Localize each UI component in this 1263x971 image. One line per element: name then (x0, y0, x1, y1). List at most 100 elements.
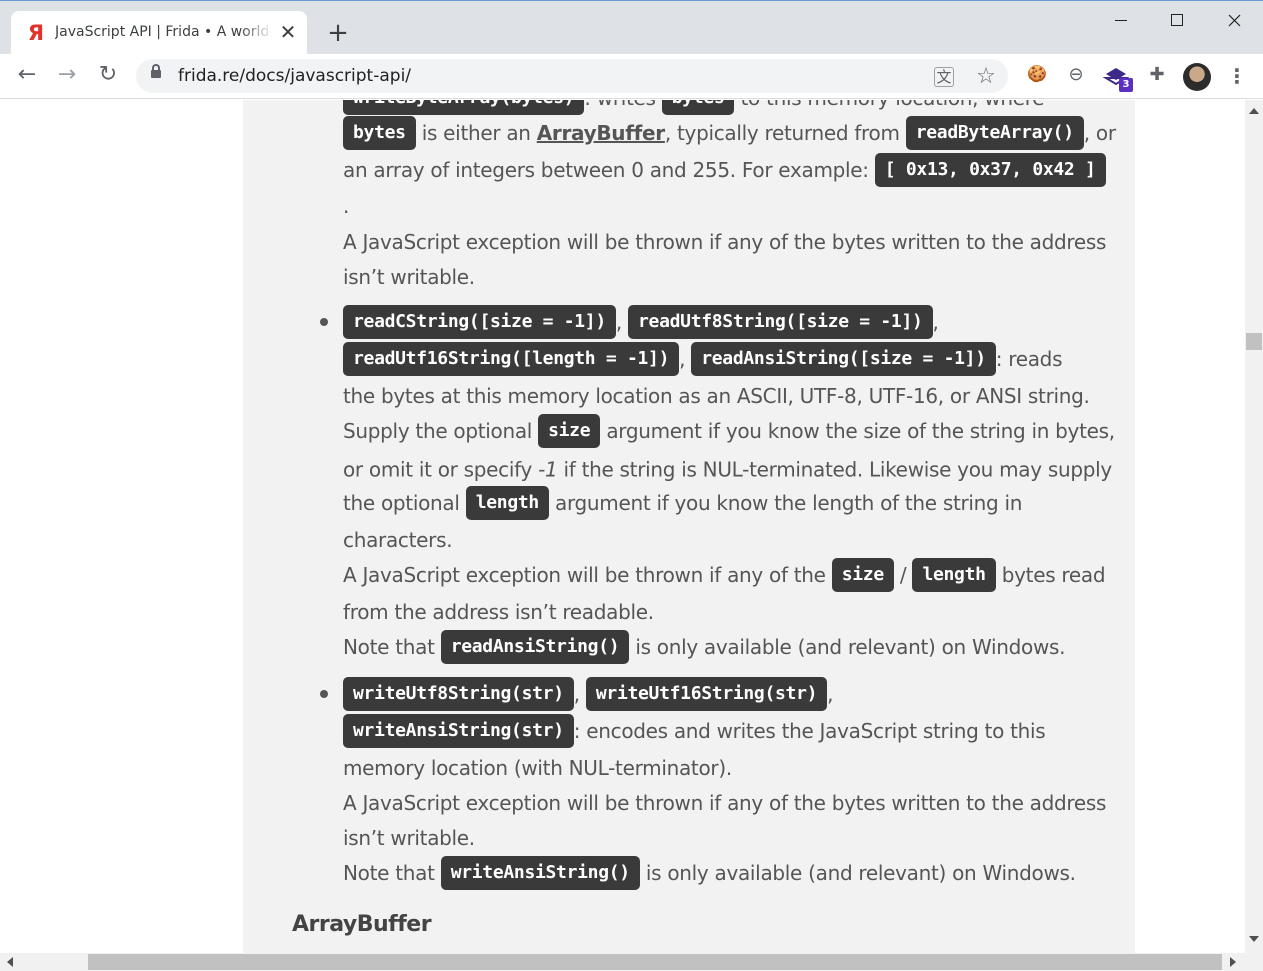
horizontal-scrollbar[interactable] (0, 953, 1263, 971)
read-strings-line-9: from the address isn’t readable. (343, 600, 654, 624)
browser-toolbar: ← → ↻ frida.re/docs/javascript-api/ 文 ☆ … (0, 54, 1263, 99)
read-strings-line-10: Note that readAnsiString() is only avail… (343, 630, 1065, 664)
arraybuffer-section-heading: ArrayBuffer (292, 912, 432, 937)
text: Supply the optional (343, 419, 539, 443)
read-strings-line-6: the optional length argument if you know… (343, 486, 1022, 520)
write-strings-line-6: Note that writeAnsiString() is only avai… (343, 856, 1076, 890)
scroll-down-arrow-icon[interactable] (1249, 936, 1259, 942)
text: : reads (995, 347, 1063, 371)
code-write-utf8-string: writeUtf8String(str) (343, 677, 574, 711)
text: , (827, 682, 834, 706)
tab-title: JavaScript API | Frida • A world-class d… (55, 24, 273, 40)
minimize-window-button[interactable] (1093, 1, 1149, 41)
write-byte-array-exception-2: isn’t writable. (343, 265, 475, 289)
address-bar[interactable]: frida.re/docs/javascript-api/ 文 ☆ (136, 59, 1008, 93)
read-strings-line-1: readCString([size = -1]), readUtf8String… (343, 305, 939, 339)
list-bullet (320, 318, 328, 326)
read-strings-line-8: A JavaScript exception will be thrown if… (343, 558, 1106, 592)
read-strings-line-4: Supply the optional size argument if you… (343, 414, 1115, 448)
scroll-up-arrow-icon[interactable] (1249, 108, 1259, 114)
code-write-ansi-string: writeAnsiString(str) (343, 714, 574, 748)
text: the optional (343, 491, 466, 515)
write-byte-array-line-partial: writeByteArray(bytes): writes bytes to t… (343, 100, 1045, 115)
bookmark-star-icon[interactable]: ☆ (974, 64, 998, 89)
vertical-scroll-thumb[interactable] (1246, 333, 1262, 350)
code-size: size (831, 558, 894, 592)
browser-menu-icon[interactable]: ⋮ (1224, 64, 1250, 90)
translate-icon[interactable]: 文 (934, 67, 954, 87)
list-bullet (320, 690, 328, 698)
code-read-utf16-string: readUtf16String([length = -1]) (343, 342, 680, 376)
text: argument if you know the size of the str… (600, 419, 1115, 443)
text: an array of integers between 0 and 255. … (343, 158, 875, 182)
code-bytes: bytes (343, 116, 416, 150)
code-read-ansi-string: readAnsiString() (440, 630, 630, 664)
arraybuffer-link[interactable]: ArrayBuffer (537, 121, 665, 145)
scroll-right-arrow-icon[interactable] (1230, 957, 1236, 967)
back-button[interactable]: ← (12, 62, 42, 92)
write-strings-line-3: memory location (with NUL-terminator). (343, 756, 732, 780)
close-tab-icon[interactable]: ✕ (277, 21, 299, 43)
extension-badge: 3 (1119, 78, 1133, 92)
read-strings-line-2: readUtf16String([length = -1]), readAnsi… (343, 342, 1063, 376)
text: Note that (343, 861, 441, 885)
text: bytes read (995, 563, 1106, 587)
scroll-left-arrow-icon[interactable] (7, 957, 13, 967)
write-byte-array-line-2: an array of integers between 0 and 255. … (343, 153, 1106, 187)
write-strings-line-1: writeUtf8String(str), writeUtf16String(s… (343, 677, 834, 711)
cookie-extension-icon[interactable]: 🍪 (1024, 64, 1050, 90)
text: -1 (538, 457, 558, 482)
code-read-utf8-string: readUtf8String([size = -1]) (628, 305, 933, 339)
new-tab-button[interactable]: + (324, 19, 352, 47)
blocker-extension-icon[interactable]: ⊖ (1063, 64, 1089, 90)
text: is only available (and relevant) on Wind… (639, 861, 1076, 885)
stack-extension-icon[interactable]: 3 (1103, 64, 1133, 92)
code-length: length (912, 558, 996, 592)
close-icon (1228, 14, 1241, 27)
maximize-window-button[interactable] (1149, 1, 1205, 41)
code-write-byte-array: writeByteArray(bytes) (343, 100, 585, 115)
active-tab[interactable]: Я JavaScript API | Frida • A world-class… (11, 11, 307, 55)
write-strings-line-2: writeAnsiString(str): encodes and writes… (343, 714, 1046, 748)
close-window-button[interactable] (1206, 1, 1262, 41)
code-read-c-string: readCString([size = -1]) (343, 305, 616, 339)
text: , typically returned from (664, 121, 906, 145)
code-write-ansi-string: writeAnsiString() (440, 856, 640, 890)
extensions-puzzle-icon[interactable]: ✚ (1144, 64, 1170, 90)
read-strings-line-7: characters. (343, 528, 453, 552)
write-byte-array-line-1: bytes is either an ArrayBuffer, typicall… (343, 116, 1116, 150)
page-viewport: writeByteArray(bytes): writes bytes to t… (0, 100, 1245, 953)
profile-avatar[interactable] (1183, 63, 1211, 91)
code-read-byte-array: readByteArray() (905, 116, 1084, 150)
url-text[interactable]: frida.re/docs/javascript-api/ (178, 66, 411, 86)
read-strings-line-3: the bytes at this memory location as an … (343, 384, 1090, 408)
text: or omit it or specify (343, 457, 539, 482)
text: , (679, 347, 686, 371)
text: to this memory location, where (734, 100, 1044, 110)
vertical-scrollbar[interactable] (1245, 100, 1263, 953)
write-strings-line-5: isn’t writable. (343, 826, 475, 850)
text: Note that (343, 635, 441, 659)
yandex-favicon-icon: Я (27, 21, 45, 45)
reload-button[interactable]: ↻ (93, 62, 123, 92)
text: argument if you know the length of the s… (548, 491, 1023, 515)
text: : writes (584, 100, 661, 110)
text: / (893, 563, 913, 587)
text: , (573, 682, 580, 706)
text: , or (1083, 121, 1116, 145)
code-write-utf16-string: writeUtf16String(str) (585, 677, 828, 711)
code-length: length (465, 486, 549, 520)
write-byte-array-period: . (343, 194, 350, 218)
text: , (615, 310, 622, 334)
code-byte-example: [ 0x13, 0x37, 0x42 ] (874, 153, 1106, 187)
text: if the string is NUL-terminated. Likewis… (557, 457, 1113, 482)
lock-icon (151, 64, 161, 78)
forward-button[interactable]: → (52, 62, 82, 92)
code-bytes: bytes (661, 100, 735, 115)
write-strings-line-4: A JavaScript exception will be thrown if… (343, 791, 1107, 815)
write-byte-array-exception-1: A JavaScript exception will be thrown if… (343, 230, 1107, 254)
code-read-ansi-string: readAnsiString([size = -1]) (691, 342, 996, 376)
text: A JavaScript exception will be thrown if… (343, 563, 832, 587)
tab-strip: Я JavaScript API | Frida • A world-class… (0, 0, 1263, 55)
horizontal-scroll-thumb[interactable] (88, 954, 1222, 970)
